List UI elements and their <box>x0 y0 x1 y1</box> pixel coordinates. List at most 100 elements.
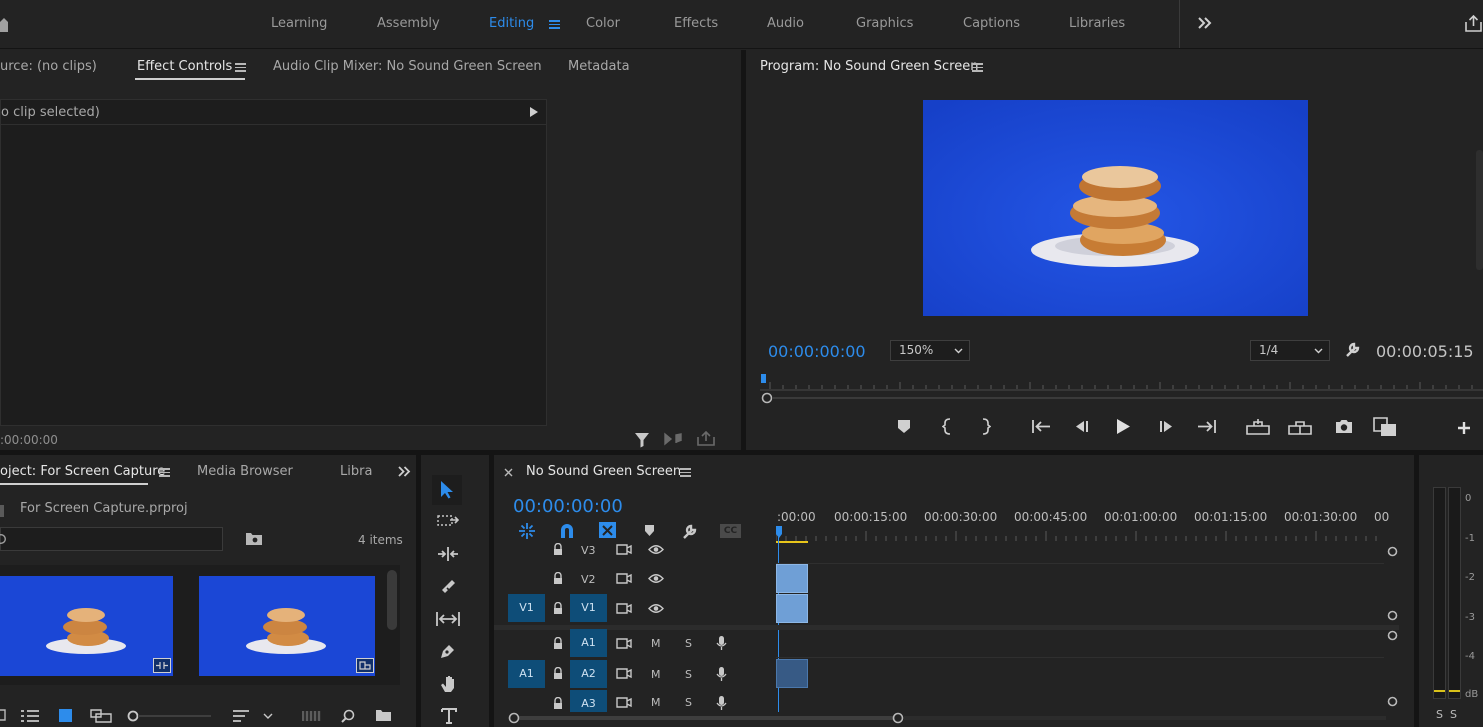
tab-audio[interactable]: Audio <box>767 16 804 31</box>
microphone-icon[interactable] <box>716 666 727 682</box>
sync-lock-icon[interactable] <box>616 544 632 555</box>
track-target-a3[interactable]: A3 <box>570 690 607 712</box>
timeline-zoom-scrollbar[interactable] <box>508 711 1388 725</box>
go-to-out-icon[interactable] <box>1197 419 1217 434</box>
write-lock-icon[interactable] <box>0 709 6 721</box>
solo-right-button[interactable]: S <box>1450 708 1457 721</box>
lock-icon[interactable] <box>553 667 563 679</box>
tab-effects[interactable]: Effects <box>674 16 718 31</box>
list-view-icon[interactable] <box>20 710 40 722</box>
program-monitor-title[interactable]: Program: No Sound Green Screen <box>760 59 978 74</box>
lift-icon[interactable] <box>1246 418 1270 435</box>
project-menu-icon[interactable] <box>159 468 170 477</box>
media-thumbnail[interactable] <box>199 576 375 676</box>
track-target-a2[interactable]: A2 <box>570 660 607 688</box>
slip-tool-icon[interactable] <box>436 611 460 627</box>
step-forward-icon[interactable] <box>1158 420 1175 433</box>
filter-icon[interactable] <box>634 432 650 448</box>
eye-icon[interactable] <box>648 603 664 614</box>
tab-captions[interactable]: Captions <box>963 16 1020 31</box>
solo-left-button[interactable]: S <box>1436 708 1443 721</box>
track-target-v1[interactable]: V1 <box>570 594 607 622</box>
source-patch-v1[interactable]: V1 <box>508 594 545 622</box>
find-icon[interactable] <box>245 532 263 546</box>
zoom-slider[interactable] <box>126 710 212 722</box>
mark-out-icon[interactable] <box>981 418 991 435</box>
solo-button[interactable]: S <box>685 668 692 681</box>
bin-scrollbar[interactable] <box>387 570 397 630</box>
video-clip-v1[interactable] <box>776 594 808 623</box>
automate-sequence-icon[interactable] <box>302 710 322 722</box>
eye-icon[interactable] <box>648 544 664 555</box>
step-back-icon[interactable] <box>1073 420 1090 433</box>
close-icon[interactable] <box>504 468 513 477</box>
tab-source[interactable]: urce: (no clips) <box>0 59 97 74</box>
go-to-in-icon[interactable] <box>1031 419 1051 434</box>
timeline-timecode[interactable]: 00:00:00:00 <box>513 496 623 517</box>
video-clip-v2[interactable] <box>776 564 808 593</box>
export-frame-icon[interactable] <box>1335 419 1353 434</box>
ripple-edit-tool-icon[interactable] <box>437 546 459 562</box>
program-scrollbar[interactable] <box>1476 150 1483 270</box>
type-tool-icon[interactable] <box>441 708 457 724</box>
mute-button[interactable]: M <box>651 668 661 681</box>
microphone-icon[interactable] <box>716 635 727 651</box>
track-select-tool-icon[interactable] <box>437 513 459 529</box>
tab-libraries[interactable]: Libraries <box>1069 16 1125 31</box>
razor-tool-icon[interactable] <box>439 577 457 595</box>
scroll-handle[interactable] <box>1387 546 1398 557</box>
new-bin-icon[interactable] <box>375 709 392 722</box>
panel-menu-icon[interactable] <box>235 63 246 72</box>
tab-assembly[interactable]: Assembly <box>377 16 440 31</box>
solo-button[interactable]: S <box>685 637 692 650</box>
program-menu-icon[interactable] <box>972 63 983 72</box>
editing-menu-icon[interactable] <box>549 20 560 29</box>
extract-icon[interactable] <box>1288 418 1312 435</box>
tab-libraries-panel[interactable]: Libra <box>340 464 372 479</box>
tab-project[interactable]: oject: For Screen Capture <box>0 464 165 479</box>
source-patch-a1[interactable]: A1 <box>508 660 545 688</box>
tab-metadata[interactable]: Metadata <box>568 59 630 74</box>
tab-graphics[interactable]: Graphics <box>856 16 913 31</box>
add-marker-icon[interactable] <box>897 419 911 434</box>
tab-effect-controls[interactable]: Effect Controls <box>137 59 232 74</box>
selection-tool-icon[interactable] <box>440 480 454 499</box>
resolution-dropdown[interactable]: 1/4 <box>1250 340 1330 361</box>
lock-icon[interactable] <box>553 543 563 555</box>
sync-lock-icon[interactable] <box>616 638 632 649</box>
home-icon[interactable] <box>0 16 8 32</box>
media-thumbnail[interactable] <box>0 576 173 676</box>
mark-in-icon[interactable] <box>942 418 952 435</box>
loop-audio-icon[interactable] <box>664 432 682 446</box>
tab-audio-clip-mixer[interactable]: Audio Clip Mixer: No Sound Green Screen <box>273 59 542 74</box>
lock-icon[interactable] <box>553 697 563 709</box>
solo-button[interactable]: S <box>685 696 692 709</box>
double-chevron-right-icon[interactable] <box>398 466 411 477</box>
play-arrow-icon[interactable] <box>530 107 538 117</box>
sync-lock-icon[interactable] <box>616 603 632 614</box>
program-timecode[interactable]: 00:00:00:00 <box>768 342 866 361</box>
pen-tool-icon[interactable] <box>439 642 457 660</box>
tab-editing[interactable]: Editing <box>489 16 534 31</box>
scroll-handle[interactable] <box>1387 630 1398 641</box>
mute-button[interactable]: M <box>651 637 661 650</box>
double-chevron-right-icon[interactable] <box>1198 17 1212 29</box>
project-search-input[interactable] <box>0 527 223 551</box>
sync-lock-icon[interactable] <box>616 573 632 584</box>
lock-icon[interactable] <box>553 602 563 614</box>
audio-clip-a2[interactable] <box>776 659 808 688</box>
lock-icon[interactable] <box>553 637 563 649</box>
mute-button[interactable]: M <box>651 696 661 709</box>
panel-divider[interactable] <box>741 50 746 450</box>
program-video-frame[interactable] <box>923 100 1308 316</box>
share-icon[interactable] <box>1464 14 1483 33</box>
find-search-icon[interactable] <box>341 709 355 723</box>
eye-icon[interactable] <box>648 573 664 584</box>
play-icon[interactable] <box>1115 418 1131 435</box>
zoom-dropdown[interactable]: 150% <box>890 340 970 361</box>
tab-color[interactable]: Color <box>586 16 620 31</box>
sort-icon[interactable] <box>232 710 250 722</box>
lock-icon[interactable] <box>553 572 563 584</box>
sync-lock-icon[interactable] <box>616 668 632 679</box>
sequence-tab[interactable]: No Sound Green Screen <box>526 464 681 479</box>
